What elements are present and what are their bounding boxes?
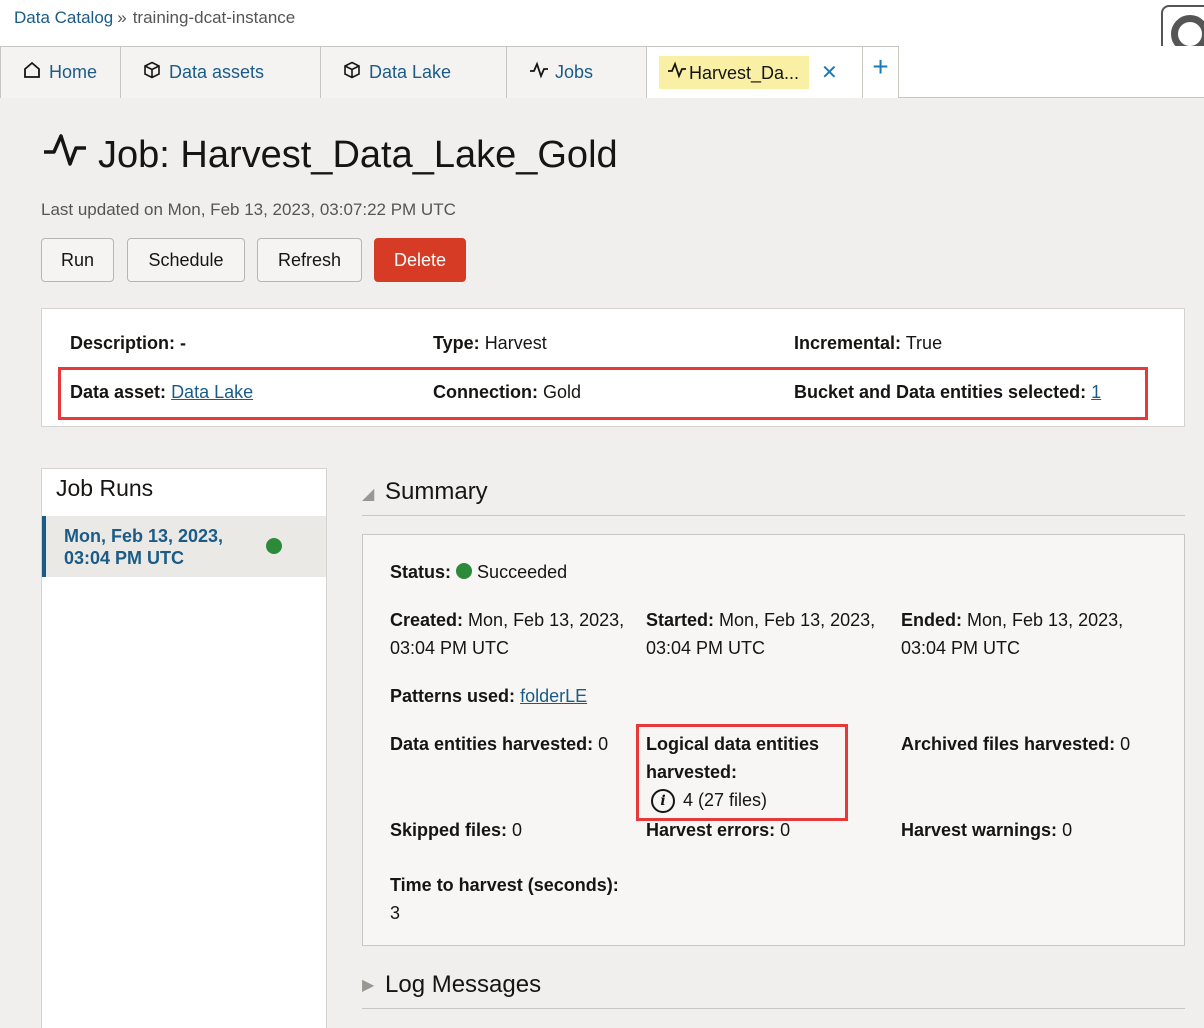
patterns-field: Patterns used: folderLE	[390, 686, 588, 706]
time-field: Time to harvest (seconds): 3	[390, 875, 619, 923]
started-field: Started: Mon, Feb 13, 2023, 03:04 PM UTC	[646, 610, 876, 658]
tab-data-assets[interactable]: Data assets	[120, 46, 321, 98]
summary-section-header[interactable]: ◢ Summary	[362, 468, 1185, 516]
breadcrumb-current: training-dcat-instance	[132, 8, 296, 27]
home-icon	[23, 61, 41, 84]
breadcrumb-data-catalog[interactable]: Data Catalog	[14, 8, 113, 27]
last-updated: Last updated on Mon, Feb 13, 2023, 03:07…	[41, 200, 456, 219]
schedule-button[interactable]: Schedule	[127, 238, 245, 282]
pattern-link[interactable]: folderLE	[520, 686, 587, 706]
breadcrumb-separator: »	[117, 8, 127, 27]
tab-home[interactable]: Home	[0, 46, 121, 98]
job-runs-title: Job Runs	[56, 475, 154, 501]
tab-label: Home	[49, 62, 98, 82]
page-title-text: Job: Harvest_Data_Lake_Gold	[98, 133, 618, 176]
tab-label: Jobs	[555, 62, 594, 82]
status-field: Status: Succeeded	[390, 562, 568, 582]
breadcrumb: Data Catalog» training-dcat-instance	[14, 8, 295, 28]
cube-icon	[343, 61, 361, 84]
warnings-field: Harvest warnings: 0	[901, 820, 1073, 840]
job-runs-panel: Job Runs Mon, Feb 13, 2023, 03:04 PM UTC	[41, 468, 327, 1028]
close-tab-icon[interactable]: ✕	[821, 60, 838, 85]
job-run-item[interactable]: Mon, Feb 13, 2023, 03:04 PM UTC	[42, 516, 326, 577]
created-field: Created: Mon, Feb 13, 2023, 03:04 PM UTC	[390, 610, 625, 658]
tab-jobs[interactable]: Jobs	[506, 46, 647, 98]
job-run-date: Mon, Feb 13, 2023, 03:04 PM UTC	[64, 526, 224, 568]
page-title: Job: Harvest_Data_Lake_Gold	[42, 130, 618, 180]
cube-icon	[143, 61, 161, 84]
collapse-triangle-icon: ◢	[362, 486, 375, 503]
status-success-icon	[456, 563, 473, 579]
tab-label: Data assets	[169, 62, 265, 82]
run-button[interactable]: Run	[41, 238, 114, 282]
data-entities-field: Data entities harvested: 0	[390, 734, 609, 754]
tab-label: Data Lake	[369, 62, 452, 82]
incremental-field: Incremental: True	[794, 333, 943, 353]
type-field: Type: Harvest	[433, 333, 547, 353]
description-field: Description: -	[70, 333, 187, 353]
active-tab-pill: Harvest_Da...	[659, 56, 810, 89]
tab-data-lake[interactable]: Data Lake	[320, 46, 507, 98]
delete-button[interactable]: Delete	[374, 238, 466, 282]
highlight-box	[636, 724, 848, 821]
ended-field: Ended: Mon, Feb 13, 2023, 03:04 PM UTC	[901, 610, 1124, 658]
archived-field: Archived files harvested: 0	[901, 734, 1131, 754]
top-bar: Data Catalog» training-dcat-instance	[0, 0, 1204, 46]
skipped-field: Skipped files: 0	[390, 820, 523, 840]
log-messages-heading: Log Messages	[385, 971, 542, 998]
activity-icon	[42, 130, 88, 180]
status-success-icon	[266, 538, 282, 554]
activity-icon	[667, 61, 686, 84]
log-messages-section-header[interactable]: ▶ Log Messages	[362, 961, 1185, 1009]
summary-heading: Summary	[385, 478, 488, 505]
refresh-button[interactable]: Refresh	[257, 238, 362, 282]
expand-triangle-icon: ▶	[362, 977, 375, 994]
activity-icon	[529, 61, 548, 84]
highlight-box	[58, 367, 1148, 420]
tab-label: Harvest_Da...	[689, 63, 800, 83]
tab-bar: Home Data assets Data Lake Jobs Harvest_…	[0, 46, 1204, 98]
tab-harvest-job[interactable]: Harvest_Da... ✕	[646, 46, 863, 98]
add-tab-button[interactable]: +	[862, 46, 899, 98]
